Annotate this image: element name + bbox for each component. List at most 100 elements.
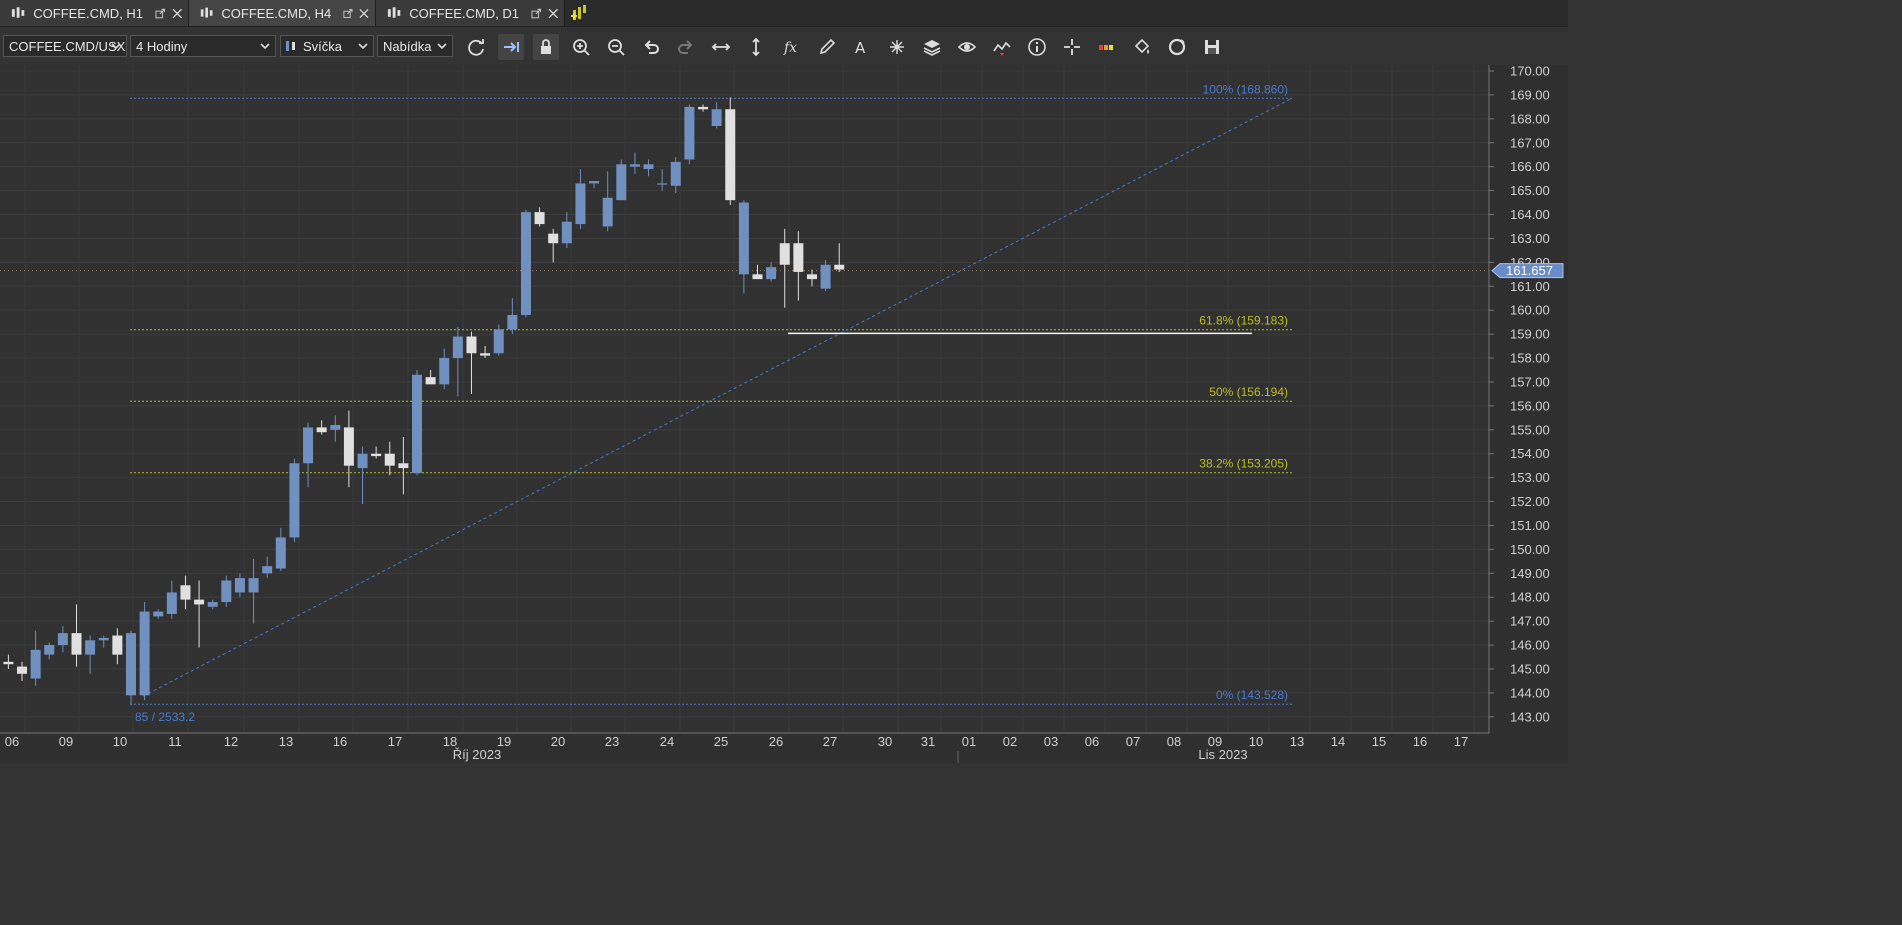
candle-body — [589, 181, 600, 184]
x-tick-label: 16 — [333, 734, 347, 749]
chart-type-select[interactable]: Svíčka — [280, 35, 374, 57]
candle-body — [698, 106, 709, 110]
candle-body — [534, 212, 545, 225]
svg-text:fx: fx — [783, 40, 797, 56]
x-tick-label: 25 — [714, 734, 728, 749]
shift-chart-button[interactable] — [498, 34, 524, 60]
x-tick-label: 12 — [224, 734, 238, 749]
candle-body — [357, 453, 368, 469]
redo-button[interactable] — [673, 34, 699, 60]
candle-body — [466, 336, 477, 354]
candle-body — [575, 183, 586, 225]
candle-body — [262, 566, 273, 574]
zoom-out-button[interactable] — [603, 34, 629, 60]
period-select[interactable]: 4 Hodiny — [130, 35, 276, 57]
new-chart-icon[interactable] — [569, 2, 591, 24]
text-button[interactable]: A — [849, 34, 875, 60]
indicator-button[interactable] — [989, 34, 1015, 60]
save-button[interactable] — [1199, 34, 1225, 60]
y-tick-label: 159.00 — [1510, 327, 1550, 342]
objects-button[interactable] — [884, 34, 910, 60]
close-icon[interactable] — [359, 8, 369, 19]
y-tick-label: 151.00 — [1510, 518, 1550, 533]
redo-icon — [678, 40, 693, 54]
fib-level-label: 100% (168.860) — [1203, 82, 1288, 96]
candle-body — [684, 106, 695, 160]
paint-bucket-button[interactable] — [1129, 34, 1155, 60]
candle-body — [44, 645, 55, 655]
template-button[interactable] — [1164, 34, 1190, 60]
paint-bucket-icon — [1134, 38, 1150, 54]
tab-h1[interactable]: COFFEE.CMD, H1 — [0, 0, 189, 26]
candle-body — [57, 633, 68, 646]
close-icon[interactable] — [548, 8, 558, 19]
y-tick-label: 154.00 — [1510, 446, 1550, 461]
lock-icon — [541, 39, 551, 54]
undo-icon — [644, 40, 659, 54]
y-tick-label: 168.00 — [1510, 111, 1550, 126]
x-tick-label: 20 — [551, 734, 565, 749]
y-tick-label: 164.00 — [1510, 207, 1550, 222]
fib-level-label: 61.8% (159.183) — [1199, 314, 1288, 328]
popout-icon[interactable] — [531, 8, 542, 19]
candle-body — [657, 183, 668, 185]
candle-body — [548, 233, 559, 244]
info-button[interactable] — [1024, 34, 1050, 60]
x-tick-label: 26 — [769, 734, 783, 749]
instrument-select[interactable]: COFFEE.CMD/USX — [3, 35, 127, 57]
fib-level-label: 38.2% (153.205) — [1199, 457, 1288, 471]
eye-icon — [957, 42, 977, 52]
x-tick-label: 24 — [660, 734, 674, 749]
tab-d1[interactable]: COFFEE.CMD, D1 — [376, 0, 565, 26]
fib-level-label: 50% (156.194) — [1209, 385, 1288, 399]
candle-body — [234, 578, 245, 593]
y-tick-label: 152.00 — [1510, 494, 1550, 509]
candle-type-icon — [286, 41, 295, 51]
x-tick-label: 27 — [823, 734, 837, 749]
candle-body — [820, 264, 831, 289]
pencil-button[interactable] — [814, 34, 840, 60]
close-icon[interactable] — [172, 8, 182, 19]
fib-anchor-label: 85 / 2533.2 — [135, 710, 195, 724]
price-side-select[interactable]: Nabídka — [377, 35, 453, 57]
candle-body — [17, 666, 28, 674]
popout-icon[interactable] — [155, 8, 166, 19]
y-tick-label: 161.00 — [1510, 279, 1550, 294]
y-tick-label: 148.00 — [1510, 590, 1550, 605]
undo-button[interactable] — [638, 34, 664, 60]
eye-button[interactable] — [954, 34, 980, 60]
tab-h4[interactable]: COFFEE.CMD, H4 — [189, 0, 376, 26]
refresh-button[interactable] — [463, 34, 489, 60]
tab-bar: COFFEE.CMD, H1 COFFEE.CMD, H4 COFFEE.CMD… — [0, 0, 1568, 27]
function-button[interactable]: fx — [779, 34, 805, 60]
fit-horizontal-button[interactable] — [708, 34, 734, 60]
lock-button[interactable] — [533, 34, 559, 60]
y-tick-label: 166.00 — [1510, 159, 1550, 174]
y-tick-label: 163.00 — [1510, 231, 1550, 246]
y-tick-label: 169.00 — [1510, 87, 1550, 102]
zoom-in-icon — [573, 39, 590, 56]
y-tick-label: 157.00 — [1510, 374, 1550, 389]
x-tick-label: 01 — [962, 734, 976, 749]
zoom-in-button[interactable] — [568, 34, 594, 60]
y-tick-label: 143.00 — [1510, 709, 1550, 724]
y-tick-label: 147.00 — [1510, 614, 1550, 629]
price-chart[interactable]: 170.00 169.00 168.00 167.00 166.00 165.00 164.… — [0, 65, 1568, 763]
objects-icon — [890, 40, 904, 54]
candle-body — [561, 221, 572, 244]
y-tick-label: 145.00 — [1510, 662, 1550, 677]
layers-button[interactable] — [919, 34, 945, 60]
candle-body — [398, 463, 409, 469]
chevron-down-icon — [111, 43, 121, 50]
y-tick-label: 160.00 — [1510, 303, 1550, 318]
fit-vertical-button[interactable] — [743, 34, 769, 60]
crosshair-button[interactable] — [1059, 34, 1085, 60]
y-tick-label: 146.00 — [1510, 638, 1550, 653]
indicator-icon — [993, 41, 1011, 56]
candle-body — [425, 377, 436, 385]
y-tick-label: 167.00 — [1510, 135, 1550, 150]
popout-icon[interactable] — [343, 8, 353, 19]
month-label: Říj 2023 — [453, 747, 501, 762]
x-tick-label: 14 — [1331, 734, 1345, 749]
color-bar-button[interactable] — [1094, 34, 1120, 60]
